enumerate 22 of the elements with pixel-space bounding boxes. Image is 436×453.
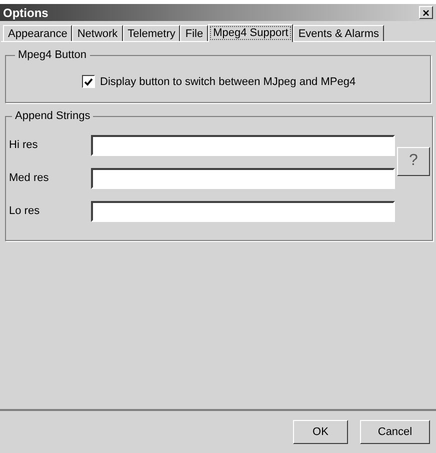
- dialog-button[interactable]: OK: [293, 420, 348, 444]
- tab[interactable]: Appearance: [3, 25, 72, 41]
- field-label: Hi res: [9, 138, 39, 153]
- field-label: Med res: [9, 170, 50, 186]
- tab[interactable]: Mpeg4 Support: [208, 24, 294, 42]
- field-label: Lo res: [9, 204, 41, 219]
- tab[interactable]: Telemetry: [122, 25, 180, 41]
- tab[interactable]: Network: [72, 25, 123, 41]
- input-field[interactable]: [91, 134, 395, 156]
- tab[interactable]: File: [180, 25, 208, 41]
- group-title: Mpeg4 Button: [17, 48, 88, 63]
- group-title: Append Strings: [14, 109, 92, 124]
- close-button[interactable]: ×: [419, 6, 433, 19]
- checkbox-label: Display button to switch between MJpeg and MPeg4: [100, 74, 356, 90]
- help-button[interactable]: ?: [397, 146, 430, 176]
- checkbox[interactable]: [82, 75, 95, 88]
- input-field[interactable]: [91, 168, 395, 188]
- tab[interactable]: Events & Alarms: [293, 25, 384, 41]
- dialog-button[interactable]: Cancel: [360, 420, 430, 444]
- check-icon: [84, 78, 93, 86]
- input-field[interactable]: [91, 200, 395, 222]
- window-title: Options: [3, 4, 48, 22]
